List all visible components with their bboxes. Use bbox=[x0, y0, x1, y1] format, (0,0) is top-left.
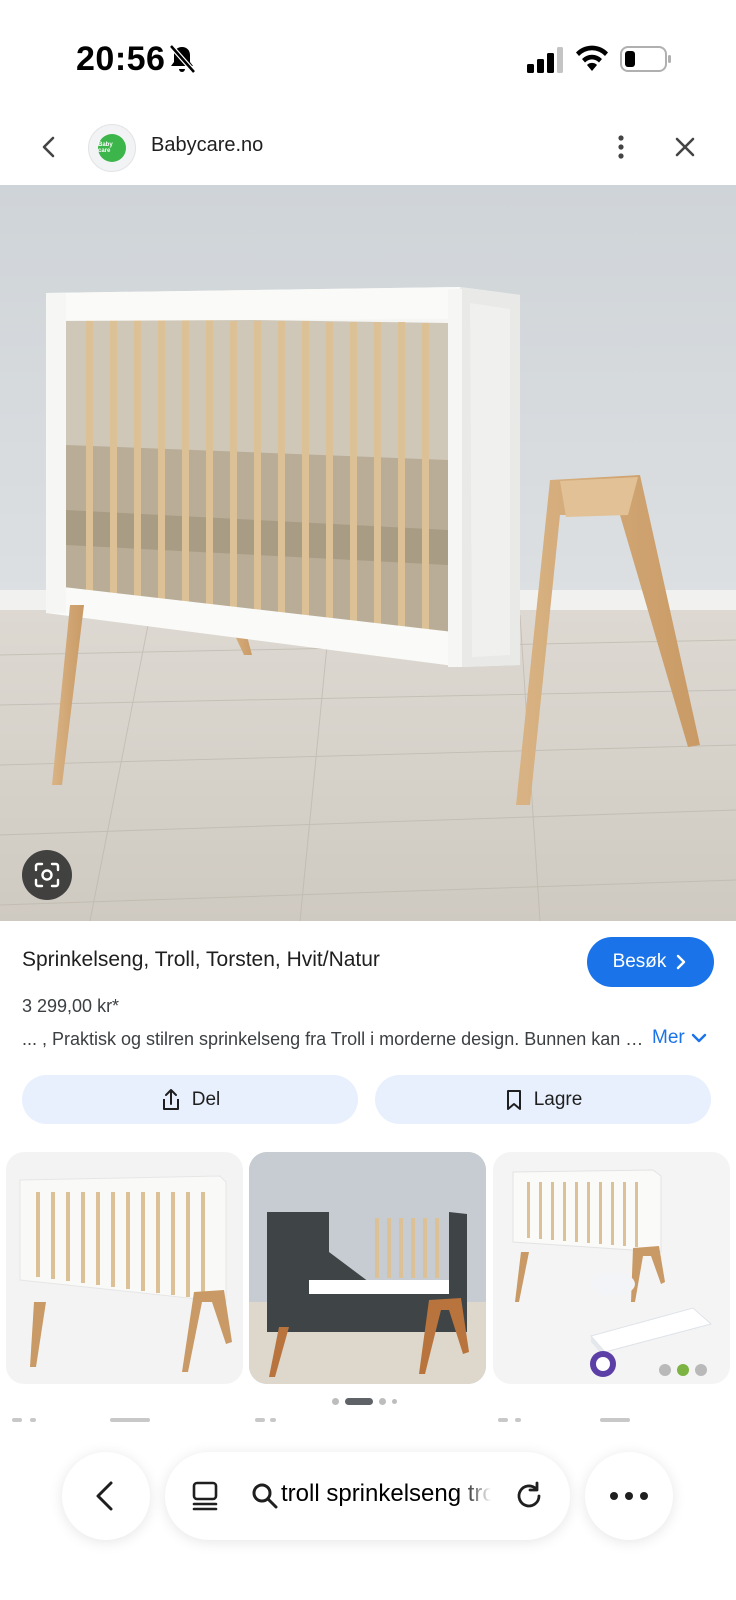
more-horiz-icon bbox=[610, 1492, 648, 1500]
related-image-2-photo bbox=[249, 1152, 486, 1384]
save-label: Lagre bbox=[533, 1088, 583, 1110]
reload-icon[interactable] bbox=[513, 1480, 545, 1512]
tabs-icon[interactable] bbox=[191, 1480, 223, 1512]
more-options-button[interactable] bbox=[585, 1452, 673, 1540]
more-vert-icon[interactable] bbox=[606, 132, 636, 162]
pager-dot bbox=[392, 1399, 397, 1404]
product-title: Sprinkelseng, Troll, Torsten, Hvit/Natur bbox=[22, 948, 380, 971]
save-button[interactable]: Lagre bbox=[375, 1075, 711, 1124]
chevron-down-icon bbox=[691, 1033, 706, 1043]
wifi-icon bbox=[576, 45, 608, 71]
visit-button-label: Besøk bbox=[612, 951, 667, 972]
site-logo-mark: Baby care bbox=[98, 134, 126, 162]
related-image-3[interactable] bbox=[493, 1152, 730, 1384]
address-bar[interactable]: troll sprinkelseng troll bbox=[165, 1452, 570, 1540]
nav-back-button[interactable] bbox=[62, 1452, 150, 1540]
lens-icon bbox=[34, 862, 60, 888]
status-bar: 20:56 bbox=[0, 0, 736, 120]
search-icon bbox=[252, 1483, 278, 1509]
back-arrow-icon bbox=[96, 1481, 113, 1511]
more-label: Mer bbox=[652, 1027, 685, 1048]
back-chevron-icon[interactable] bbox=[34, 132, 64, 162]
share-label: Del bbox=[191, 1088, 221, 1110]
share-button[interactable]: Del bbox=[22, 1075, 358, 1124]
signal-icon bbox=[527, 47, 563, 73]
pager-dot-active bbox=[345, 1398, 373, 1405]
product-description: ... , Praktisk og stilren sprinkelseng f… bbox=[22, 1029, 644, 1049]
related-image-3-photo bbox=[512, 1169, 713, 1377]
browser-top-bar: Baby care Babycare.no bbox=[0, 110, 736, 186]
share-icon bbox=[162, 1088, 179, 1110]
bell-off-icon bbox=[169, 44, 196, 74]
close-icon[interactable] bbox=[670, 132, 700, 162]
bookmark-icon bbox=[506, 1089, 521, 1110]
product-price: 3 299,00 kr* bbox=[22, 996, 120, 1016]
visit-button[interactable]: Besøk bbox=[587, 937, 714, 987]
pager-dot bbox=[332, 1398, 339, 1405]
bottom-toolbar: troll sprinkelseng troll bbox=[0, 1440, 736, 1550]
pager-dot bbox=[379, 1398, 386, 1405]
product-image[interactable] bbox=[0, 185, 736, 921]
site-name[interactable]: Babycare.no bbox=[151, 134, 263, 157]
image-pager bbox=[332, 1398, 397, 1405]
site-logo: Baby care bbox=[88, 124, 136, 172]
crib-photo bbox=[0, 185, 736, 921]
related-captions-faded bbox=[0, 1414, 736, 1434]
status-time: 20:56 bbox=[76, 40, 166, 78]
more-button[interactable]: Mer bbox=[652, 1027, 707, 1049]
address-bar-text[interactable]: troll sprinkelseng troll bbox=[281, 1480, 491, 1508]
related-image-1[interactable] bbox=[6, 1152, 243, 1384]
battery-icon bbox=[620, 46, 671, 72]
related-image-1-photo bbox=[19, 1175, 232, 1372]
visual-search-lens-button[interactable] bbox=[22, 850, 72, 900]
chevron-right-icon bbox=[677, 954, 686, 970]
related-image-2[interactable] bbox=[249, 1152, 486, 1384]
